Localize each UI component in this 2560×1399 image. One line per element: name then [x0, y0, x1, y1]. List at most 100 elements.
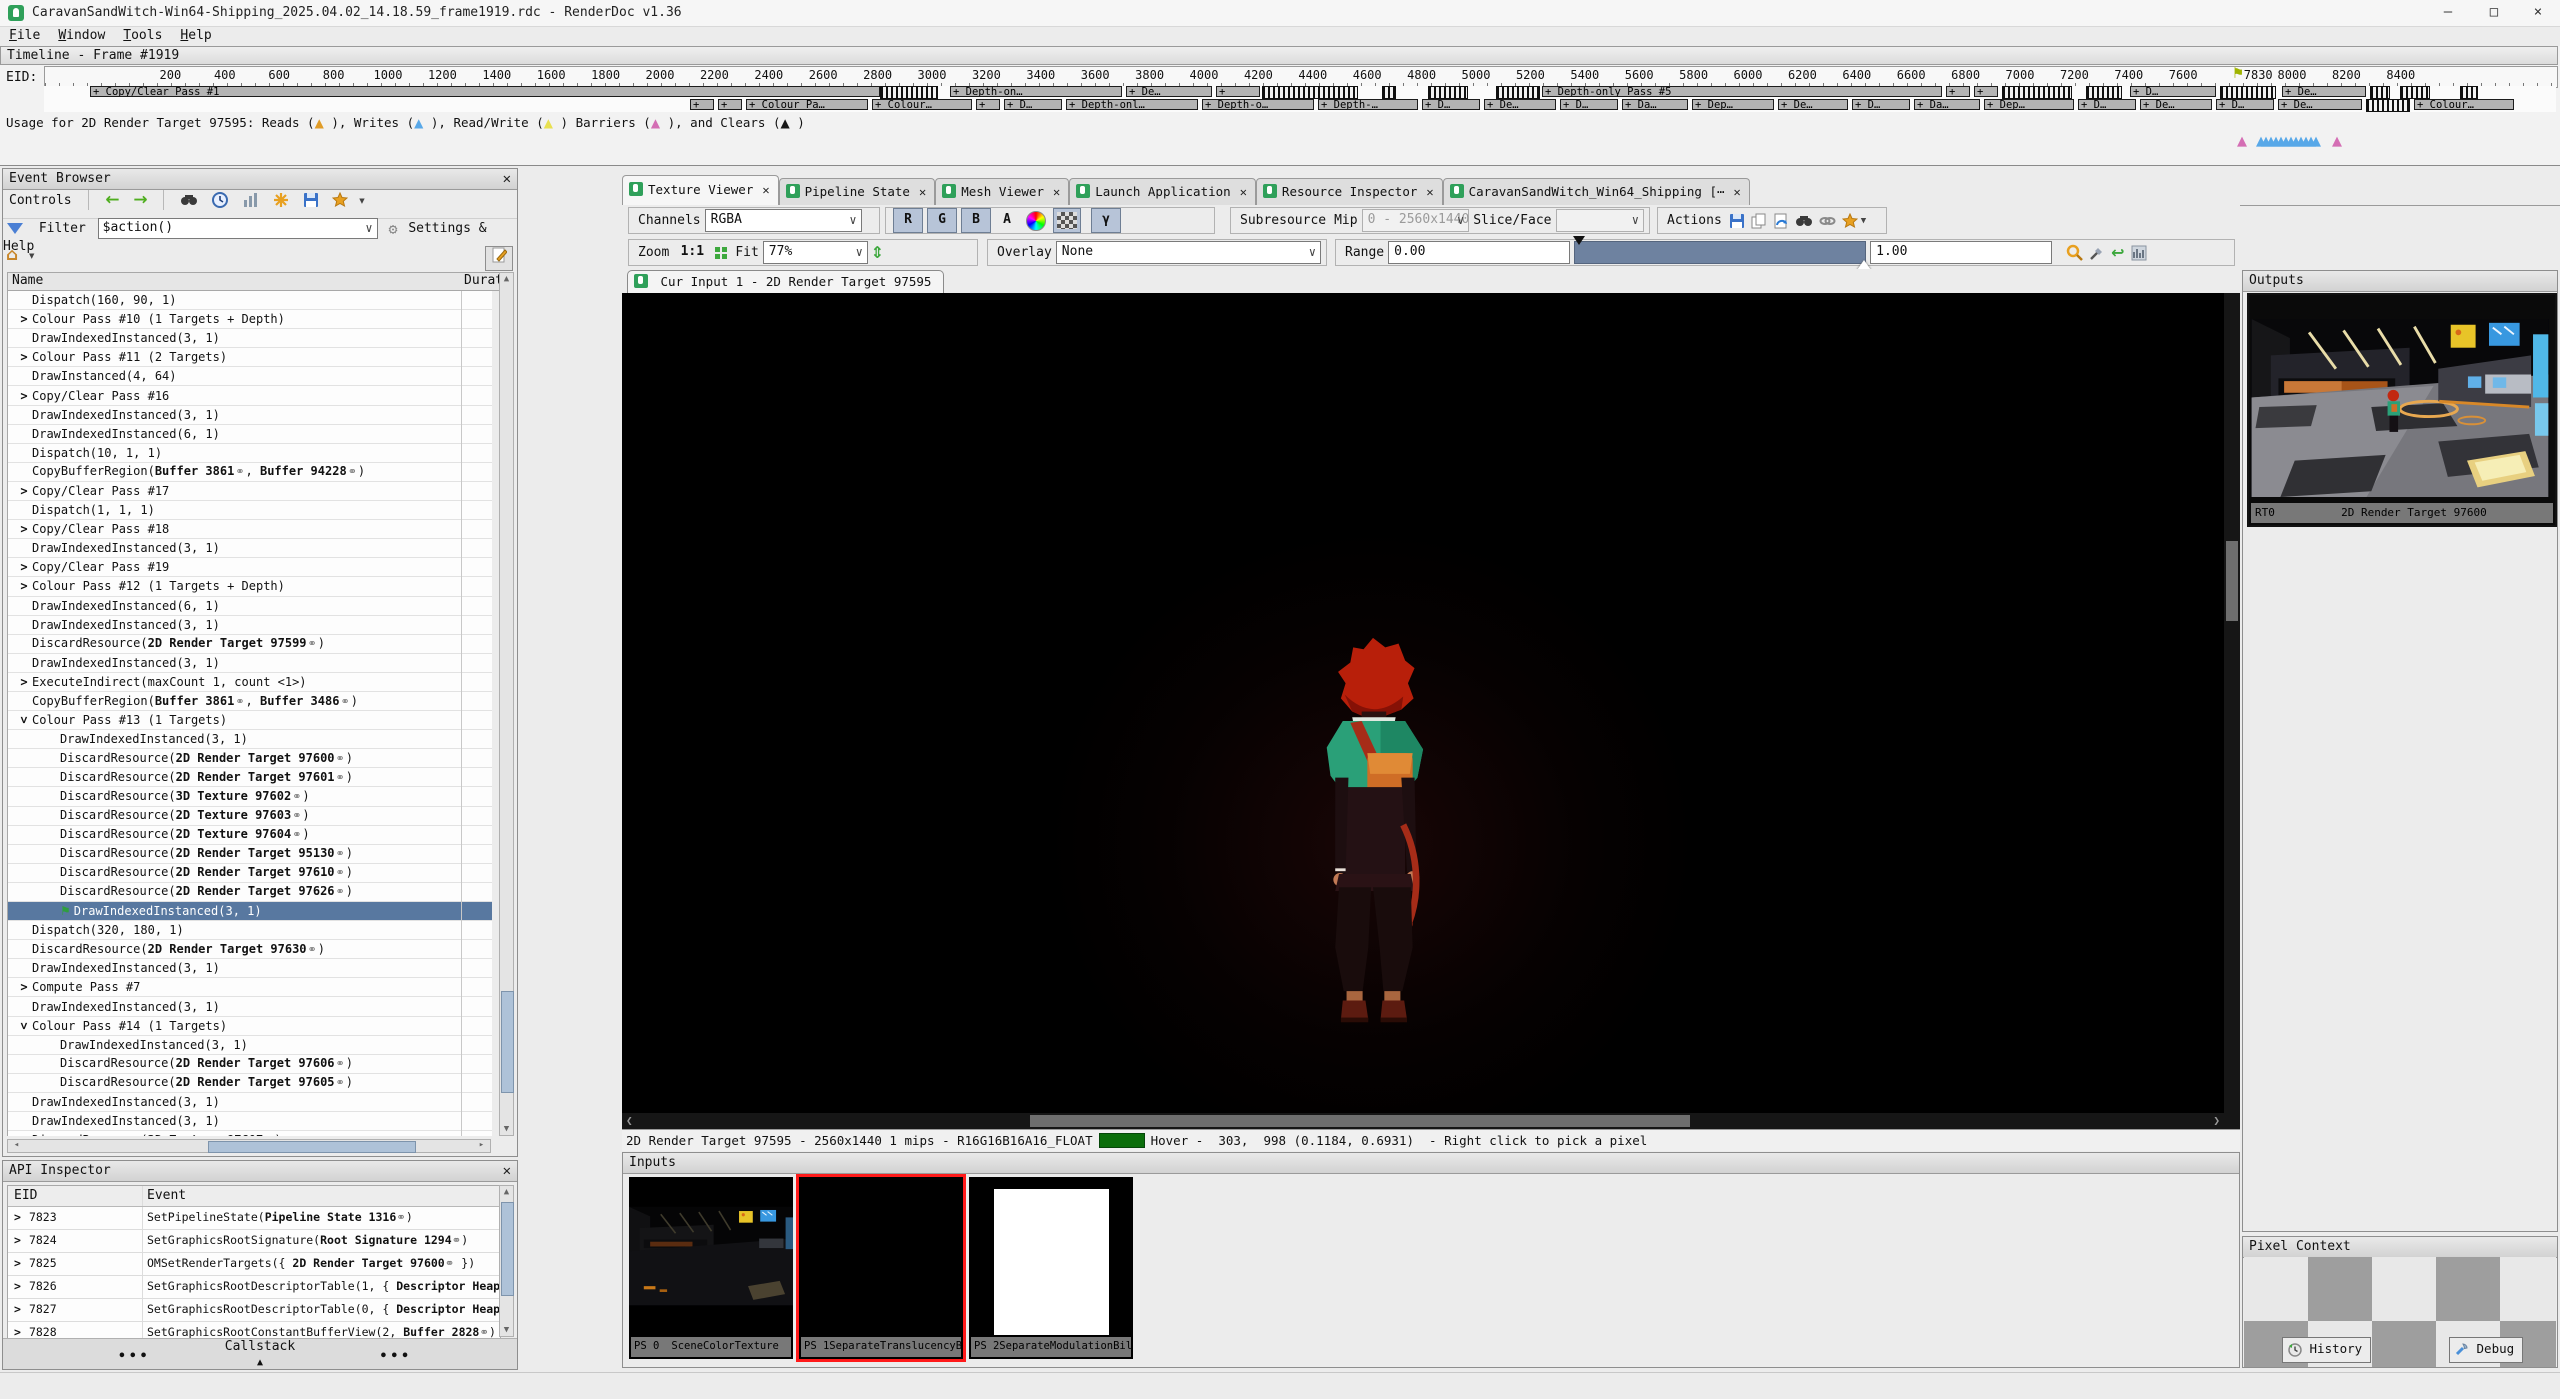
scroll-right-icon[interactable]: ❯: [2213, 1114, 2220, 1127]
timeline-pass-block[interactable]: + Colour…: [872, 99, 972, 110]
timeline-title[interactable]: Timeline - Frame #1919: [0, 46, 2558, 65]
timeline-pass-block[interactable]: + Depth-onl…: [1066, 99, 1198, 110]
scroll-down-icon[interactable]: ▼: [500, 1325, 513, 1335]
background-checker-button[interactable]: [1053, 208, 1081, 233]
expander-icon[interactable]: >: [16, 310, 32, 328]
api-call-row[interactable]: >7824SetGraphicsRootSignature(Root Signa…: [8, 1230, 500, 1253]
resource-link-icon[interactable]: ⚭: [336, 1057, 345, 1070]
resource-link-icon[interactable]: ⚭: [336, 847, 345, 860]
history-button[interactable]: History: [2282, 1337, 2371, 1363]
resource-link-icon[interactable]: ⚭: [336, 885, 345, 898]
expander-icon[interactable]: >: [16, 577, 32, 595]
autofit-eyedropper-icon[interactable]: [2089, 245, 2105, 261]
tab-launch-application[interactable]: Launch Application✕: [1069, 178, 1256, 205]
save-texture-icon[interactable]: [1729, 213, 1745, 229]
event-row[interactable]: >Colour Pass #14 (1 Targets): [8, 1017, 492, 1036]
home-icon[interactable]: ⌂: [6, 245, 18, 265]
expander-icon[interactable]: >: [14, 1256, 21, 1270]
chevron-down-icon[interactable]: ∨: [365, 219, 372, 237]
event-browser-title[interactable]: Event Browser ✕: [3, 169, 517, 190]
timeline-pass-block[interactable]: + Depth-only Pass #5: [1542, 86, 1942, 97]
resource-link-icon[interactable]: ⚭: [445, 1256, 455, 1270]
resource-link-icon[interactable]: ⚭: [235, 695, 244, 708]
event-row[interactable]: DiscardResource(2D Render Target 97606⚭): [8, 1055, 492, 1074]
event-row[interactable]: >Copy/Clear Pass #18: [8, 520, 492, 539]
chevron-down-icon[interactable]: ▼: [29, 252, 34, 262]
event-row[interactable]: DiscardResource(2D Render Target 97601⚭): [8, 768, 492, 787]
timeline-pass-block[interactable]: + Dep…: [1692, 99, 1774, 110]
star-menu-icon[interactable]: [1842, 213, 1858, 229]
event-row[interactable]: DrawIndexedInstanced(3, 1): [8, 539, 492, 558]
input-thumbnail-ps0[interactable]: PS 0 SceneColorTexture: [629, 1177, 793, 1359]
timeline-pass-block[interactable]: + Depth-…: [1318, 99, 1418, 110]
resource-link-icon[interactable]: ⚭: [336, 866, 345, 879]
timeline-pass-block[interactable]: + De…: [1778, 99, 1848, 110]
event-row[interactable]: >ExecuteIndirect(maxCount 1, count <1>): [8, 673, 492, 692]
timeline-pass-block[interactable]: + De…: [2278, 99, 2362, 110]
name-column-header[interactable]: Name: [12, 273, 43, 288]
range-max-input[interactable]: 1.00: [1870, 241, 2052, 264]
pixel-context-canvas[interactable]: History Debug: [2244, 1257, 2556, 1367]
range-slider[interactable]: [1574, 241, 1866, 264]
asterisk-icon[interactable]: [273, 192, 289, 208]
timeline-pass-block[interactable]: + De…: [1126, 86, 1212, 97]
range-min-input[interactable]: 0.00: [1388, 241, 1570, 264]
tab-pipeline-state[interactable]: Pipeline State✕: [779, 178, 936, 205]
event-row[interactable]: DiscardResource(2D Render Target 95130⚭): [8, 845, 492, 864]
resource-link-icon[interactable]: ⚭: [340, 695, 349, 708]
event-row[interactable]: CopyBufferRegion(Buffer 3861⚭, Buffer 94…: [8, 463, 492, 482]
timeline-event-ticks[interactable]: [2400, 86, 2430, 99]
expander-icon[interactable]: >: [15, 712, 33, 728]
blue-channel-button[interactable]: B: [961, 208, 991, 233]
scrollbar-thumb[interactable]: [501, 1202, 514, 1296]
event-row[interactable]: >Colour Pass #12 (1 Targets + Depth): [8, 577, 492, 596]
event-row[interactable]: Dispatch(10, 1, 1): [8, 444, 492, 463]
expander-icon[interactable]: >: [16, 978, 32, 996]
expander-icon[interactable]: >: [16, 673, 32, 691]
resource-link-icon[interactable]: ⚭: [264, 1134, 273, 1136]
event-row[interactable]: DrawIndexedInstanced(3, 1): [8, 1036, 492, 1055]
tab-mesh-viewer[interactable]: Mesh Viewer✕: [935, 178, 1069, 205]
scroll-up-icon[interactable]: ▲: [500, 274, 513, 284]
close-icon[interactable]: ✕: [762, 183, 769, 197]
event-row[interactable]: CopyBufferRegion(Buffer 3861⚭, Buffer 34…: [8, 692, 492, 711]
event-row[interactable]: ⚑DrawIndexedInstanced(3, 1): [8, 902, 492, 921]
timeline-pass-block[interactable]: + Colour…: [2414, 99, 2514, 110]
resource-link-icon[interactable]: ⚭: [452, 1233, 462, 1247]
timeline-pass-block[interactable]: +: [976, 99, 1000, 110]
mip-select[interactable]: 0 - 2560x1440 ∨: [1362, 209, 1470, 232]
timeline-pass-block[interactable]: + D…: [2078, 99, 2136, 110]
duration-graph-icon[interactable]: [243, 192, 259, 208]
expander-icon[interactable]: >: [14, 1325, 21, 1339]
timeline-event-ticks[interactable]: [1382, 86, 1396, 99]
scrollbar-thumb[interactable]: [208, 1141, 416, 1153]
bookmark-star-icon[interactable]: [332, 192, 348, 208]
timeline-event-ticks[interactable]: [2220, 86, 2276, 99]
timeline-pass-block[interactable]: + D…: [2216, 99, 2274, 110]
timeline-event-ticks[interactable]: [1496, 86, 1540, 99]
event-row[interactable]: >Colour Pass #10 (1 Targets + Depth): [8, 310, 492, 329]
timeline-pass-block[interactable]: + Da…: [1622, 99, 1688, 110]
canvas-vertical-scrollbar[interactable]: [2224, 293, 2240, 1113]
expander-icon[interactable]: >: [14, 1302, 21, 1316]
event-row[interactable]: DrawIndexedInstanced(3, 1): [8, 406, 492, 425]
timeline-pass-block[interactable]: +: [690, 99, 714, 110]
timeline-pass-block[interactable]: + Depth-on…: [950, 86, 1122, 97]
resource-link-icon[interactable]: ⚭: [308, 637, 317, 650]
menu-file[interactable]: File: [0, 27, 49, 44]
event-row[interactable]: DiscardResource(2D Texture 97607⚭): [8, 1131, 492, 1136]
api-call-row[interactable]: >7826SetGraphicsRootDescriptorTable(1, {…: [8, 1276, 500, 1299]
api-inspector-title[interactable]: API Inspector ✕: [3, 1161, 517, 1182]
event-list-header[interactable]: Name Durati: [7, 272, 513, 291]
api-call-row[interactable]: >7823SetPipelineState(Pipeline State 131…: [8, 1207, 500, 1230]
event-row[interactable]: DrawIndexedInstanced(3, 1): [8, 329, 492, 348]
timeline-pass-block[interactable]: + D…: [1560, 99, 1618, 110]
event-row[interactable]: DiscardResource(2D Render Target 97605⚭): [8, 1074, 492, 1093]
step-back-icon[interactable]: ←: [105, 190, 119, 210]
timeline-pass-block[interactable]: +: [1216, 86, 1260, 97]
callstack-bar[interactable]: Callstack ••• ••• ▲: [3, 1338, 517, 1369]
resource-link-icon[interactable]: ⚭: [292, 790, 301, 803]
event-row[interactable]: Dispatch(1, 1, 1): [8, 501, 492, 520]
expander-icon[interactable]: >: [14, 1279, 21, 1293]
fit-icon[interactable]: [714, 245, 728, 260]
